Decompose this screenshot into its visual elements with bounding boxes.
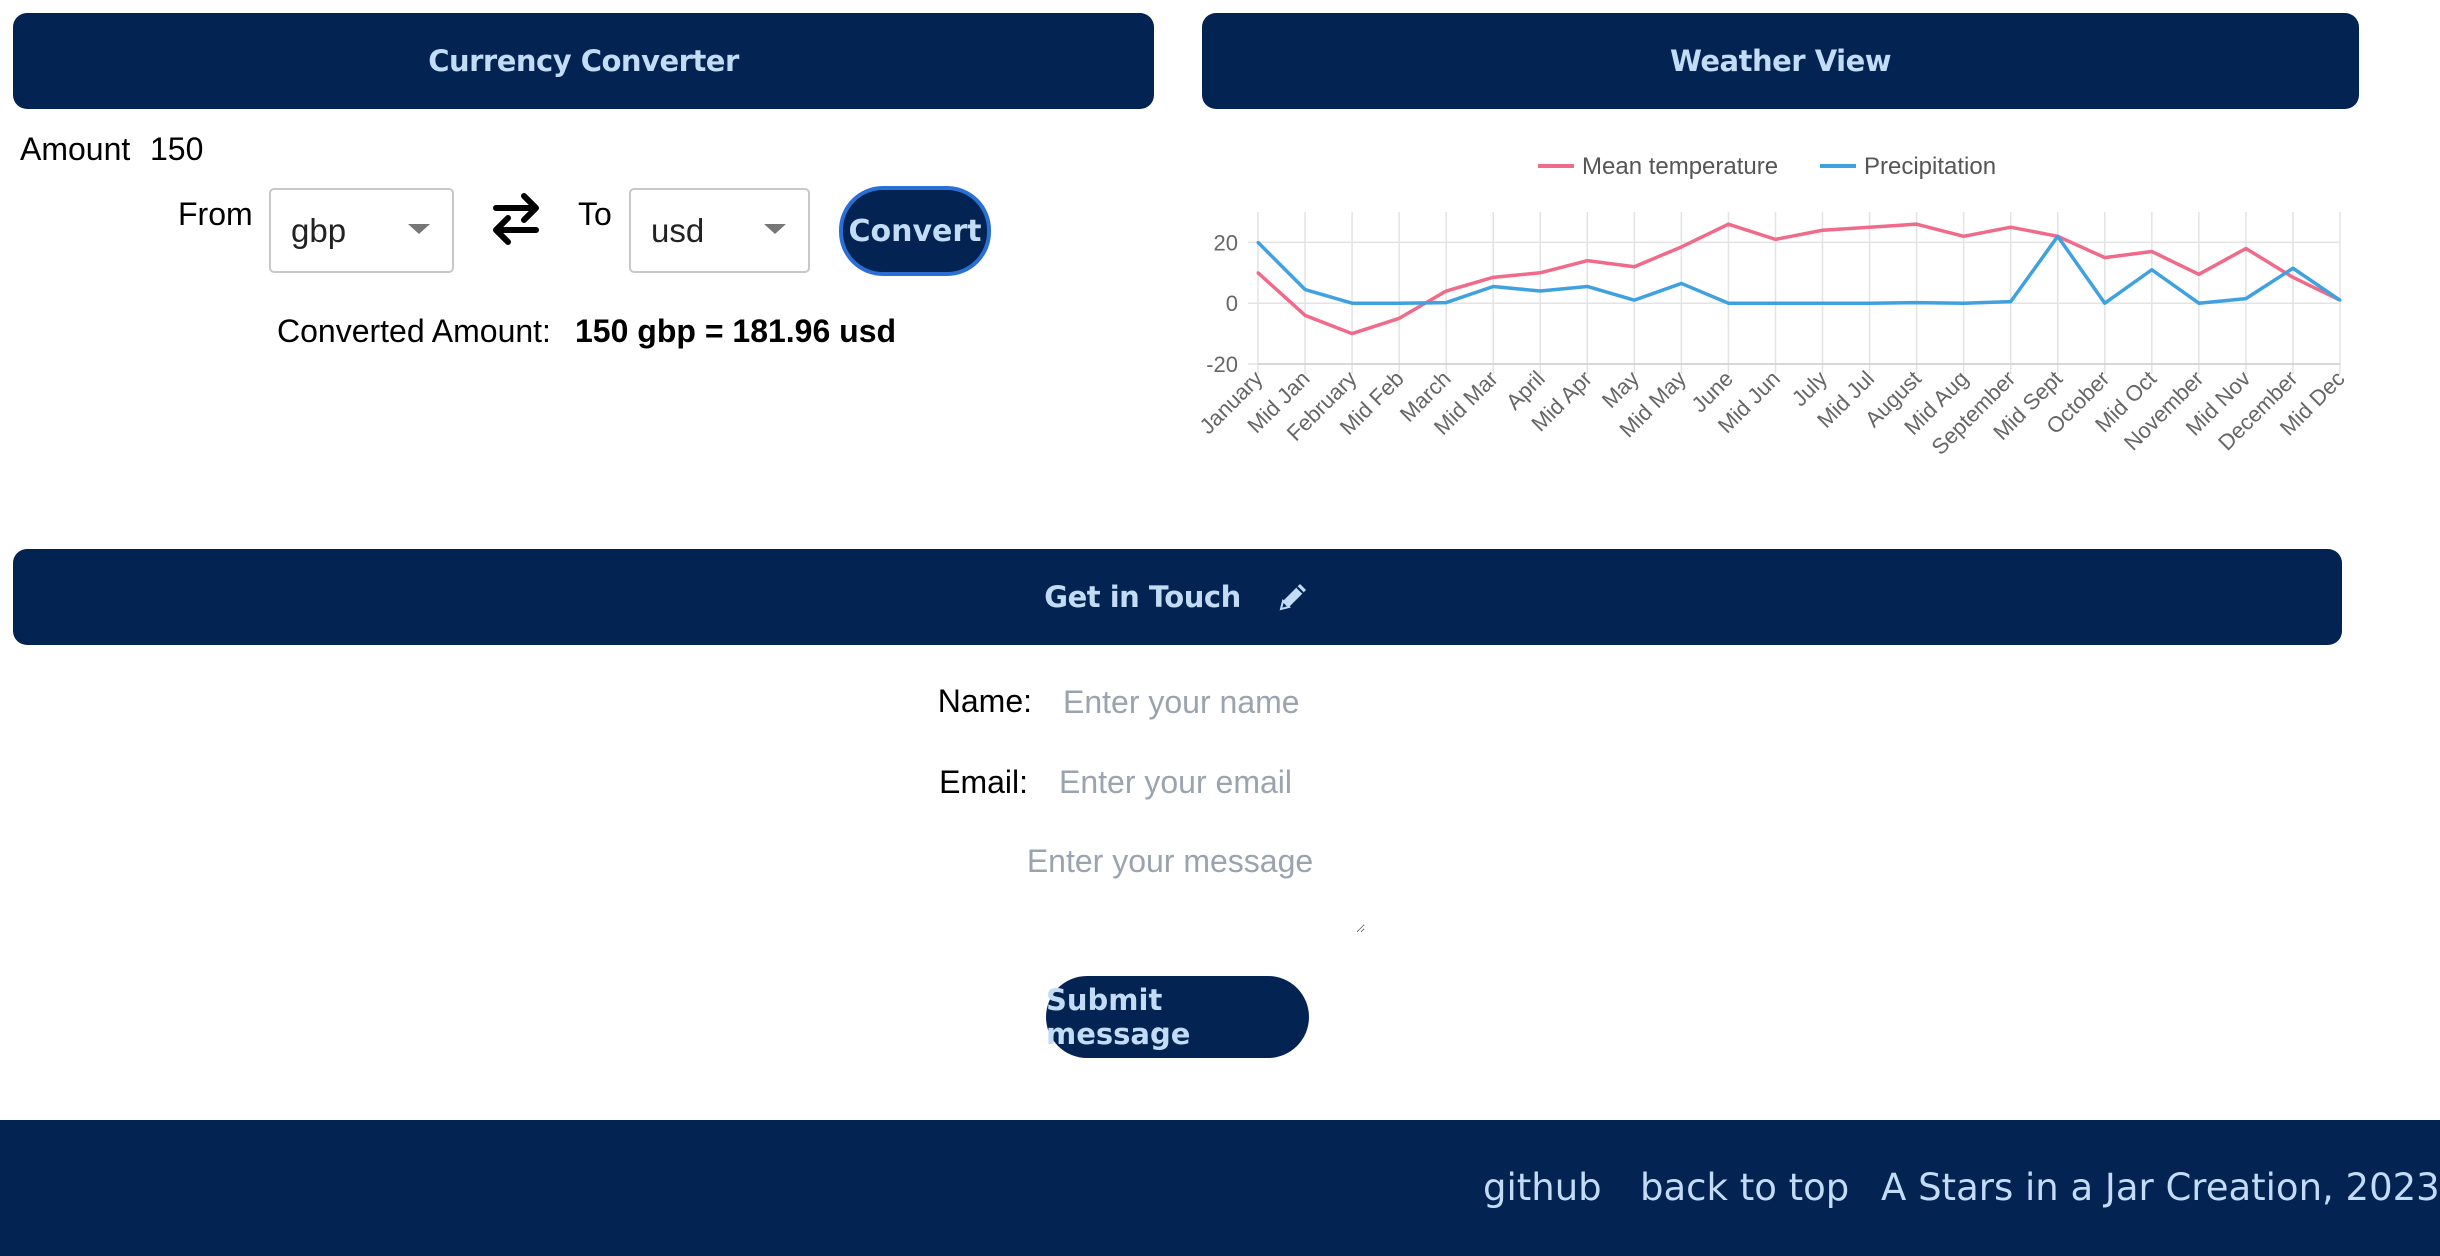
get-in-touch-header: Get in Touch xyxy=(13,549,2342,645)
message-textarea[interactable] xyxy=(975,833,1365,933)
pencil-icon xyxy=(1275,579,1311,615)
legend-label: Precipitation xyxy=(1864,153,1996,180)
data-point xyxy=(1868,225,1872,229)
data-point xyxy=(1962,234,1966,238)
data-point xyxy=(1538,271,1542,275)
github-link[interactable]: github xyxy=(1483,1168,1602,1208)
email-input[interactable] xyxy=(1059,760,1379,804)
convert-button[interactable]: Convert xyxy=(839,186,991,276)
data-point xyxy=(1962,301,1966,305)
data-point xyxy=(1303,313,1307,317)
weather-line-chart: 200-20JanuaryMid JanFebruaryMid FebMarch… xyxy=(1195,153,2350,460)
data-point xyxy=(1821,228,1825,232)
converted-amount-label: Converted Amount: xyxy=(277,313,551,349)
data-point xyxy=(1444,301,1448,305)
data-point xyxy=(1350,332,1354,336)
from-currency-select[interactable]: gbp xyxy=(269,188,454,273)
data-point xyxy=(1444,289,1448,293)
data-point xyxy=(1679,245,1683,249)
to-currency-select[interactable]: usd xyxy=(629,188,810,273)
data-point xyxy=(2056,234,2060,238)
data-point xyxy=(1821,301,1825,305)
footer-credit: A Stars in a Jar Creation, 2023 xyxy=(1881,1166,2440,1209)
y-tick-label: 20 xyxy=(1214,230,1238,255)
data-point xyxy=(1585,284,1589,288)
converted-amount-result: 150 gbp = 181.96 usd xyxy=(575,313,897,349)
series-line-precipitation xyxy=(1256,234,2341,305)
name-input[interactable] xyxy=(1063,680,1383,724)
data-point xyxy=(2150,250,2154,254)
convert-button-label: Convert xyxy=(848,213,982,249)
submit-message-label: Submit message xyxy=(1046,983,1191,1051)
from-label: From xyxy=(178,196,253,232)
data-point xyxy=(1632,298,1636,302)
data-point xyxy=(1397,301,1401,305)
data-point xyxy=(1585,259,1589,263)
data-point xyxy=(1773,301,1777,305)
data-point xyxy=(1726,301,1730,305)
chevron-down-icon xyxy=(764,224,786,234)
weather-view-title: Weather View xyxy=(1669,44,1892,78)
name-label: Name: xyxy=(937,683,1032,719)
to-currency-value: usd xyxy=(651,211,705,249)
currency-converter-title: Currency Converter xyxy=(428,44,739,78)
data-point xyxy=(2150,268,2154,272)
data-point xyxy=(2197,272,2201,276)
data-point xyxy=(2244,297,2248,301)
amount-label: Amount xyxy=(20,131,131,167)
email-label: Email: xyxy=(939,764,1028,800)
data-point xyxy=(1632,265,1636,269)
weather-view-header: Weather View xyxy=(1202,13,2359,109)
data-point xyxy=(1679,281,1683,285)
submit-message-button[interactable]: Submit message xyxy=(1046,976,1309,1058)
data-point xyxy=(1303,288,1307,292)
data-point xyxy=(2009,300,2013,304)
data-point xyxy=(1773,237,1777,241)
data-point xyxy=(1915,222,1919,226)
data-point xyxy=(1256,240,1260,244)
data-point xyxy=(2291,275,2295,279)
back-to-top-link[interactable]: back to top xyxy=(1640,1168,1849,1208)
get-in-touch-title: Get in Touch xyxy=(1044,580,1241,614)
data-point xyxy=(2103,301,2107,305)
data-point xyxy=(1868,301,1872,305)
swap-arrows-icon[interactable] xyxy=(490,190,542,253)
y-tick-label: 0 xyxy=(1226,291,1238,316)
data-point xyxy=(1491,284,1495,288)
data-point xyxy=(1397,316,1401,320)
data-point xyxy=(1350,301,1354,305)
data-point xyxy=(1491,275,1495,279)
amount-value: 150 xyxy=(150,131,204,167)
data-point xyxy=(1256,271,1260,275)
data-point xyxy=(1726,222,1730,226)
data-point xyxy=(1915,301,1919,305)
currency-converter-header: Currency Converter xyxy=(13,13,1154,109)
series-line-mean-temperature xyxy=(1256,222,2341,336)
data-point xyxy=(2291,266,2295,270)
to-label: To xyxy=(578,196,612,232)
from-currency-value: gbp xyxy=(291,211,347,249)
data-point xyxy=(2197,301,2201,305)
data-point xyxy=(1538,289,1542,293)
y-tick-label: -20 xyxy=(1206,352,1238,377)
data-point xyxy=(2009,225,2013,229)
legend-label: Mean temperature xyxy=(1582,153,1778,180)
chevron-down-icon xyxy=(408,224,430,234)
data-point xyxy=(2244,246,2248,250)
data-point xyxy=(2103,256,2107,260)
data-point xyxy=(2338,298,2342,302)
